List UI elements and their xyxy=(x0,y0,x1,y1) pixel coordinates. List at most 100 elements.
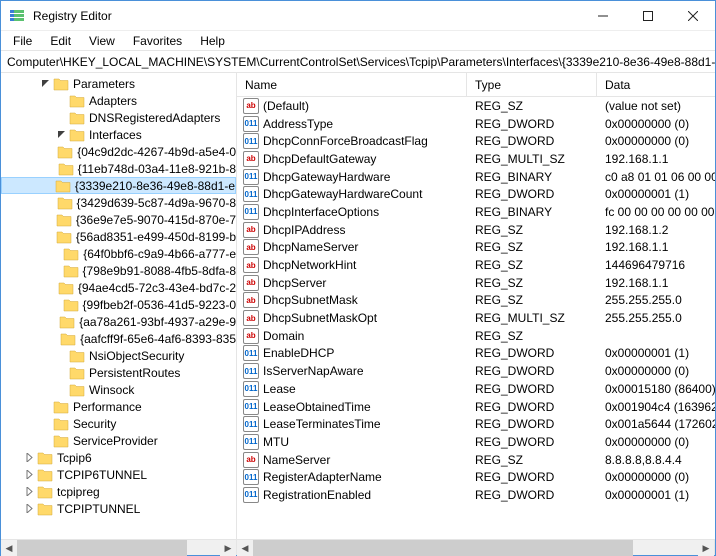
value-row[interactable]: 011IsServerNapAwareREG_DWORD0x00000000 (… xyxy=(237,362,715,380)
expander-icon[interactable] xyxy=(53,110,69,126)
tree-item[interactable]: {3339e210-8e36-49e8-88d1-e xyxy=(1,177,236,194)
tree-item[interactable]: {56ad8351-e499-450d-8199-b xyxy=(1,228,236,245)
tree-item[interactable]: {798e9b91-8088-4fb5-8dfa-8 xyxy=(1,262,236,279)
expander-icon[interactable] xyxy=(21,501,37,517)
expander-icon[interactable] xyxy=(21,484,37,500)
value-row[interactable]: 011RegisterAdapterNameREG_DWORD0x0000000… xyxy=(237,468,715,486)
value-row[interactable]: 011DhcpConnForceBroadcastFlagREG_DWORD0x… xyxy=(237,132,715,150)
expander-icon[interactable] xyxy=(41,195,57,211)
tree-item[interactable]: {64f0bbf6-c9a9-4b66-a777-e xyxy=(1,245,236,262)
tree-item[interactable]: {99fbeb2f-0536-41d5-9223-0 xyxy=(1,296,236,313)
value-row[interactable]: abDhcpNameServerREG_SZ192.168.1.1 xyxy=(237,239,715,257)
value-type: REG_BINARY xyxy=(467,170,597,184)
expander-icon[interactable] xyxy=(37,399,53,415)
minimize-button[interactable] xyxy=(580,1,625,30)
scroll-thumb[interactable] xyxy=(17,540,187,556)
menu-favorites[interactable]: Favorites xyxy=(125,32,190,50)
expander-icon[interactable] xyxy=(42,161,58,177)
value-row[interactable]: abNameServerREG_SZ8.8.8.8,8.8.4.4 xyxy=(237,451,715,469)
value-row[interactable]: abDhcpServerREG_SZ192.168.1.1 xyxy=(237,274,715,292)
values-pane[interactable]: Name Type Data ab(Default)REG_SZ(value n… xyxy=(237,73,715,539)
expander-icon[interactable] xyxy=(40,229,56,245)
col-header-name[interactable]: Name xyxy=(237,73,467,96)
tree-item[interactable]: {36e9e7e5-9070-415d-870e-7 xyxy=(1,211,236,228)
expander-icon[interactable] xyxy=(21,450,37,466)
value-row[interactable]: 011LeaseREG_DWORD0x00015180 (86400) xyxy=(237,380,715,398)
tree-item[interactable]: {94ae4cd5-72c3-43e4-bd7c-2 xyxy=(1,279,236,296)
tree-item[interactable]: {aa78a261-93bf-4937-a29e-9 xyxy=(1,313,236,330)
value-row[interactable]: 011AddressTypeREG_DWORD0x00000000 (0) xyxy=(237,115,715,133)
value-row[interactable]: 011EnableDHCPREG_DWORD0x00000001 (1) xyxy=(237,345,715,363)
expander-icon[interactable] xyxy=(43,314,59,330)
tree-item[interactable]: Security xyxy=(1,415,236,432)
value-row[interactable]: abDhcpSubnetMaskREG_SZ255.255.255.0 xyxy=(237,292,715,310)
col-header-type[interactable]: Type xyxy=(467,73,597,96)
tree-item[interactable]: TCPIP6TUNNEL xyxy=(1,466,236,483)
tree-item[interactable]: Tcpip6 xyxy=(1,449,236,466)
expander-icon[interactable] xyxy=(41,144,57,160)
col-header-data[interactable]: Data xyxy=(597,73,715,96)
tree-item[interactable]: PersistentRoutes xyxy=(1,364,236,381)
expander-icon[interactable] xyxy=(37,433,53,449)
scroll-thumb[interactable] xyxy=(253,540,633,556)
column-header[interactable]: Name Type Data xyxy=(237,73,715,97)
tree-item[interactable]: {3429d639-5c87-4d9a-9670-8 xyxy=(1,194,236,211)
scroll-left-icon[interactable]: ◀ xyxy=(1,540,17,556)
tree-item[interactable]: {aafcff9f-65e6-4af6-8393-835 xyxy=(1,330,236,347)
value-row[interactable]: ab(Default)REG_SZ(value not set) xyxy=(237,97,715,115)
tree-item[interactable]: tcpipreg xyxy=(1,483,236,500)
value-row[interactable]: abDomainREG_SZ xyxy=(237,327,715,345)
value-row[interactable]: 011MTUREG_DWORD0x00000000 (0) xyxy=(237,433,715,451)
tree-item[interactable]: Adapters xyxy=(1,92,236,109)
tree-item[interactable]: ServiceProvider xyxy=(1,432,236,449)
value-row[interactable]: 011DhcpGatewayHardwareREG_BINARYc0 a8 01… xyxy=(237,168,715,186)
value-data: (value not set) xyxy=(597,99,715,113)
tree-item[interactable]: NsiObjectSecurity xyxy=(1,347,236,364)
expander-icon[interactable] xyxy=(53,93,69,109)
menu-file[interactable]: File xyxy=(5,32,40,50)
expander-icon[interactable] xyxy=(42,280,58,296)
expander-icon[interactable] xyxy=(39,178,55,194)
address-bar[interactable]: Computer\HKEY_LOCAL_MACHINE\SYSTEM\Curre… xyxy=(1,51,715,73)
scroll-track[interactable] xyxy=(253,540,698,555)
scroll-right-icon[interactable]: ▶ xyxy=(698,540,714,556)
scroll-track[interactable] xyxy=(17,540,220,555)
menu-view[interactable]: View xyxy=(81,32,123,50)
close-button[interactable] xyxy=(670,1,715,30)
value-row[interactable]: abDhcpIPAddressREG_SZ192.168.1.2 xyxy=(237,221,715,239)
expander-icon[interactable] xyxy=(21,467,37,483)
menu-edit[interactable]: Edit xyxy=(42,32,79,50)
expander-icon[interactable] xyxy=(40,212,56,228)
expander-icon[interactable] xyxy=(47,263,63,279)
value-row[interactable]: 011RegistrationEnabledREG_DWORD0x0000000… xyxy=(237,486,715,504)
value-row[interactable]: abDhcpSubnetMaskOptREG_MULTI_SZ255.255.2… xyxy=(237,309,715,327)
scroll-left-icon[interactable]: ◀ xyxy=(237,540,253,556)
tree-item[interactable]: Performance xyxy=(1,398,236,415)
value-row[interactable]: 011DhcpInterfaceOptionsREG_BINARYfc 00 0… xyxy=(237,203,715,221)
tree-item[interactable]: {11eb748d-03a4-11e8-921b-8 xyxy=(1,160,236,177)
tree-item[interactable]: Winsock xyxy=(1,381,236,398)
expander-icon[interactable] xyxy=(53,365,69,381)
expander-icon[interactable] xyxy=(37,416,53,432)
scroll-right-icon[interactable]: ▶ xyxy=(220,540,236,556)
value-row[interactable]: abDhcpDefaultGatewayREG_MULTI_SZ192.168.… xyxy=(237,150,715,168)
expander-icon[interactable] xyxy=(37,76,53,92)
expander-icon[interactable] xyxy=(47,297,63,313)
tree-item[interactable]: {04c9d2dc-4267-4b9d-a5e4-0 xyxy=(1,143,236,160)
expander-icon[interactable] xyxy=(53,382,69,398)
tree-item[interactable]: Interfaces xyxy=(1,126,236,143)
tree-pane[interactable]: ParametersAdaptersDNSRegisteredAdaptersI… xyxy=(1,73,237,539)
value-row[interactable]: 011LeaseTerminatesTimeREG_DWORD0x001a564… xyxy=(237,415,715,433)
tree-item[interactable]: DNSRegisteredAdapters xyxy=(1,109,236,126)
maximize-button[interactable] xyxy=(625,1,670,30)
tree-item[interactable]: Parameters xyxy=(1,75,236,92)
value-row[interactable]: 011DhcpGatewayHardwareCountREG_DWORD0x00… xyxy=(237,185,715,203)
value-row[interactable]: abDhcpNetworkHintREG_SZ144696479716 xyxy=(237,256,715,274)
menu-help[interactable]: Help xyxy=(192,32,233,50)
tree-item[interactable]: TCPIPTUNNEL xyxy=(1,500,236,517)
expander-icon[interactable] xyxy=(44,331,60,347)
expander-icon[interactable] xyxy=(53,348,69,364)
value-row[interactable]: 011LeaseObtainedTimeREG_DWORD0x001904c4 … xyxy=(237,398,715,416)
expander-icon[interactable] xyxy=(53,127,69,143)
expander-icon[interactable] xyxy=(47,246,63,262)
